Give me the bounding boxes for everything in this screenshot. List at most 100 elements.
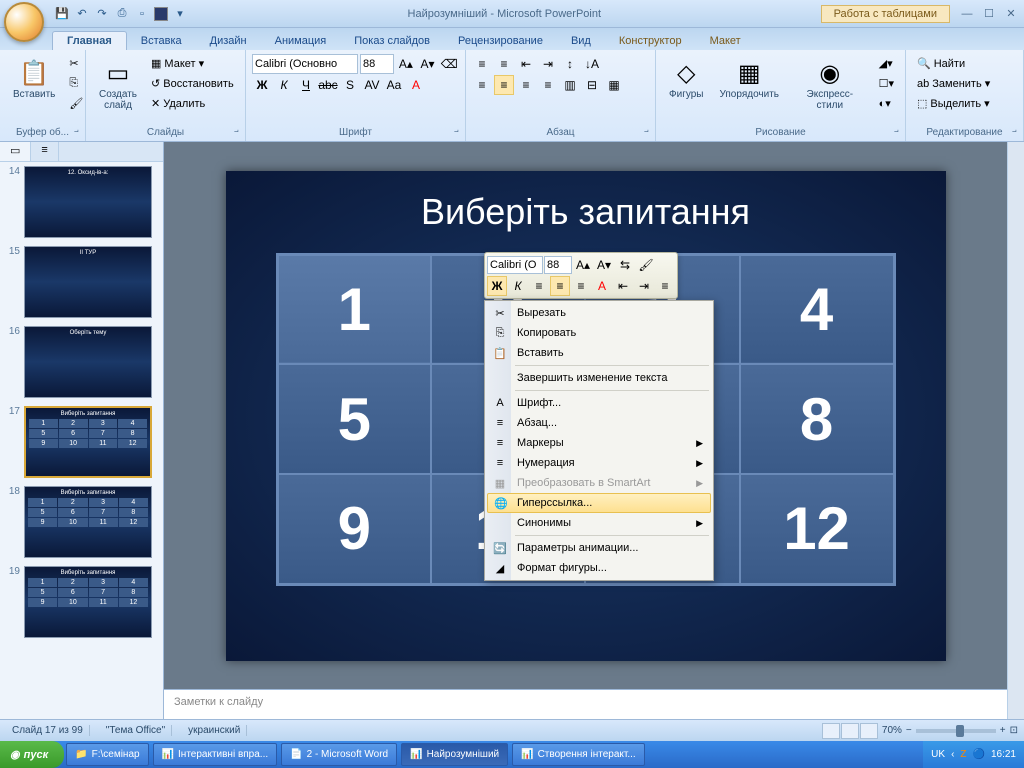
mini-bullets[interactable]: ≡: [655, 276, 675, 296]
ctx-font[interactable]: AШрифт...: [487, 393, 711, 413]
ctx-end-edit[interactable]: Завершить изменение текста: [487, 368, 711, 388]
shape-fill-button[interactable]: ◢▾: [874, 54, 899, 73]
redo-icon[interactable]: ↷: [94, 6, 110, 22]
mini-grow-font[interactable]: A▴: [573, 255, 593, 275]
clear-format-button[interactable]: ⌫: [439, 54, 459, 74]
replace-button[interactable]: ab Заменить ▾: [912, 74, 995, 93]
tab-animation[interactable]: Анимация: [261, 32, 341, 50]
shrink-font-button[interactable]: A▾: [418, 54, 438, 74]
fit-button[interactable]: ⊡: [1010, 725, 1018, 736]
ctx-format-shape[interactable]: ◢Формат фигуры...: [487, 558, 711, 578]
align-text-button[interactable]: ⊟: [582, 75, 602, 95]
new-icon[interactable]: ▫: [134, 6, 150, 22]
cell-9[interactable]: 9: [277, 474, 431, 584]
ctx-bullets[interactable]: ≡Маркеры▶: [487, 433, 711, 453]
mini-italic[interactable]: К: [508, 276, 528, 296]
thumb-18[interactable]: 18Виберіть запитання123456789101112: [0, 482, 163, 562]
font-color-button[interactable]: A: [406, 75, 426, 95]
mini-font-color[interactable]: A: [592, 276, 612, 296]
office-button[interactable]: [4, 2, 44, 42]
task-explorer[interactable]: 📁 F:\семінар: [66, 743, 148, 766]
undo-icon[interactable]: ↶: [74, 6, 90, 22]
maximize-button[interactable]: ☐: [980, 6, 998, 22]
find-button[interactable]: 🔍 Найти: [912, 54, 995, 73]
shape-outline-button[interactable]: ☐▾: [874, 74, 899, 93]
zoom-slider[interactable]: [916, 729, 996, 733]
mini-change-case[interactable]: ⇆: [615, 255, 635, 275]
tab-table-layout[interactable]: Макет: [696, 32, 755, 50]
thumb-15[interactable]: 15II ТУР: [0, 242, 163, 322]
thumb-19[interactable]: 19Виберіть запитання123456789101112: [0, 562, 163, 642]
cell-1[interactable]: 1: [277, 254, 431, 364]
arrange-button[interactable]: ▦Упорядочить: [712, 54, 786, 103]
notes-pane[interactable]: Заметки к слайду: [164, 689, 1007, 719]
tab-review[interactable]: Рецензирование: [444, 32, 557, 50]
shape-effects-button[interactable]: ◐▾: [874, 94, 899, 113]
thumb-14[interactable]: 1412. Оксид-ів-а:: [0, 162, 163, 242]
slideshow-view-button[interactable]: [860, 723, 878, 739]
tab-home[interactable]: Главная: [52, 31, 127, 50]
mini-indent-inc[interactable]: ⇥: [634, 276, 654, 296]
color-icon[interactable]: [154, 7, 168, 21]
change-case-button[interactable]: Aa: [384, 75, 404, 95]
tab-view[interactable]: Вид: [557, 32, 605, 50]
ctx-paragraph[interactable]: ≡Абзац...: [487, 413, 711, 433]
task-powerpoint[interactable]: 📊 Найрозумніший: [401, 743, 508, 766]
font-name-select[interactable]: [252, 54, 358, 74]
language-status[interactable]: украинский: [182, 725, 247, 736]
delete-slide-button[interactable]: ✕ Удалить: [146, 94, 239, 113]
ctx-animation[interactable]: 🔄Параметры анимации...: [487, 538, 711, 558]
close-button[interactable]: ✕: [1002, 6, 1020, 22]
justify-button[interactable]: ≡: [538, 75, 558, 95]
font-size-select[interactable]: [360, 54, 394, 74]
tab-insert[interactable]: Вставка: [127, 32, 196, 50]
zoom-in-button[interactable]: +: [1000, 725, 1006, 736]
task-app1[interactable]: 📊 Інтерактивні впра...: [153, 743, 278, 766]
tray-icon3[interactable]: 🔵: [973, 749, 985, 760]
indent-inc-button[interactable]: ⇥: [538, 54, 558, 74]
tray-lang[interactable]: UK: [931, 749, 945, 760]
bold-button[interactable]: Ж: [252, 75, 272, 95]
paste-button[interactable]: 📋Вставить: [6, 54, 62, 103]
numbering-button[interactable]: ≡: [494, 54, 514, 74]
copy-button[interactable]: ⎘: [64, 74, 88, 93]
align-right-button[interactable]: ≡: [516, 75, 536, 95]
vertical-scrollbar[interactable]: [1007, 142, 1024, 719]
qat-more-icon[interactable]: ▾: [172, 6, 188, 22]
new-slide-button[interactable]: ▭Создать слайд: [92, 54, 144, 114]
tab-table-design[interactable]: Конструктор: [605, 32, 696, 50]
mini-bold[interactable]: Ж: [487, 276, 507, 296]
format-painter-button[interactable]: 🖌: [64, 94, 88, 113]
align-left-button[interactable]: ≡: [472, 75, 492, 95]
mini-align-right[interactable]: ≡: [571, 276, 591, 296]
align-center-button[interactable]: ≡: [494, 75, 514, 95]
grow-font-button[interactable]: A▴: [396, 54, 416, 74]
layout-button[interactable]: ▦ Макет ▾: [146, 54, 239, 73]
underline-button[interactable]: Ч: [296, 75, 316, 95]
zoom-level[interactable]: 70%: [882, 725, 902, 736]
shapes-button[interactable]: ◇Фигуры: [662, 54, 710, 103]
spacing-button[interactable]: AV: [362, 75, 382, 95]
tab-slideshow[interactable]: Показ слайдов: [340, 32, 444, 50]
slide-title[interactable]: Виберіть запитання: [246, 191, 926, 233]
zoom-out-button[interactable]: −: [906, 725, 912, 736]
columns-button[interactable]: ▥: [560, 75, 580, 95]
strike-button[interactable]: abc: [318, 75, 338, 95]
select-button[interactable]: ⬚ Выделить ▾: [912, 94, 995, 113]
quick-styles-button[interactable]: ◉Экспресс-стили: [788, 54, 872, 114]
minimize-button[interactable]: —: [958, 6, 976, 22]
print-icon[interactable]: ⎙: [114, 6, 130, 22]
task-app2[interactable]: 📊 Створення інтеракт...: [512, 743, 645, 766]
mini-font-size[interactable]: [544, 256, 572, 274]
save-icon[interactable]: 💾: [54, 6, 70, 22]
cell-5[interactable]: 5: [277, 364, 431, 474]
mini-indent-dec[interactable]: ⇤: [613, 276, 633, 296]
slides-tab[interactable]: ▭: [0, 142, 31, 161]
reset-button[interactable]: ↺ Восстановить: [146, 74, 239, 93]
cell-4[interactable]: 4: [740, 254, 894, 364]
sorter-view-button[interactable]: [841, 723, 859, 739]
cut-button[interactable]: ✂: [64, 54, 88, 73]
mini-shrink-font[interactable]: A▾: [594, 255, 614, 275]
ctx-numbering[interactable]: ≡Нумерация▶: [487, 453, 711, 473]
mini-align-left[interactable]: ≡: [529, 276, 549, 296]
